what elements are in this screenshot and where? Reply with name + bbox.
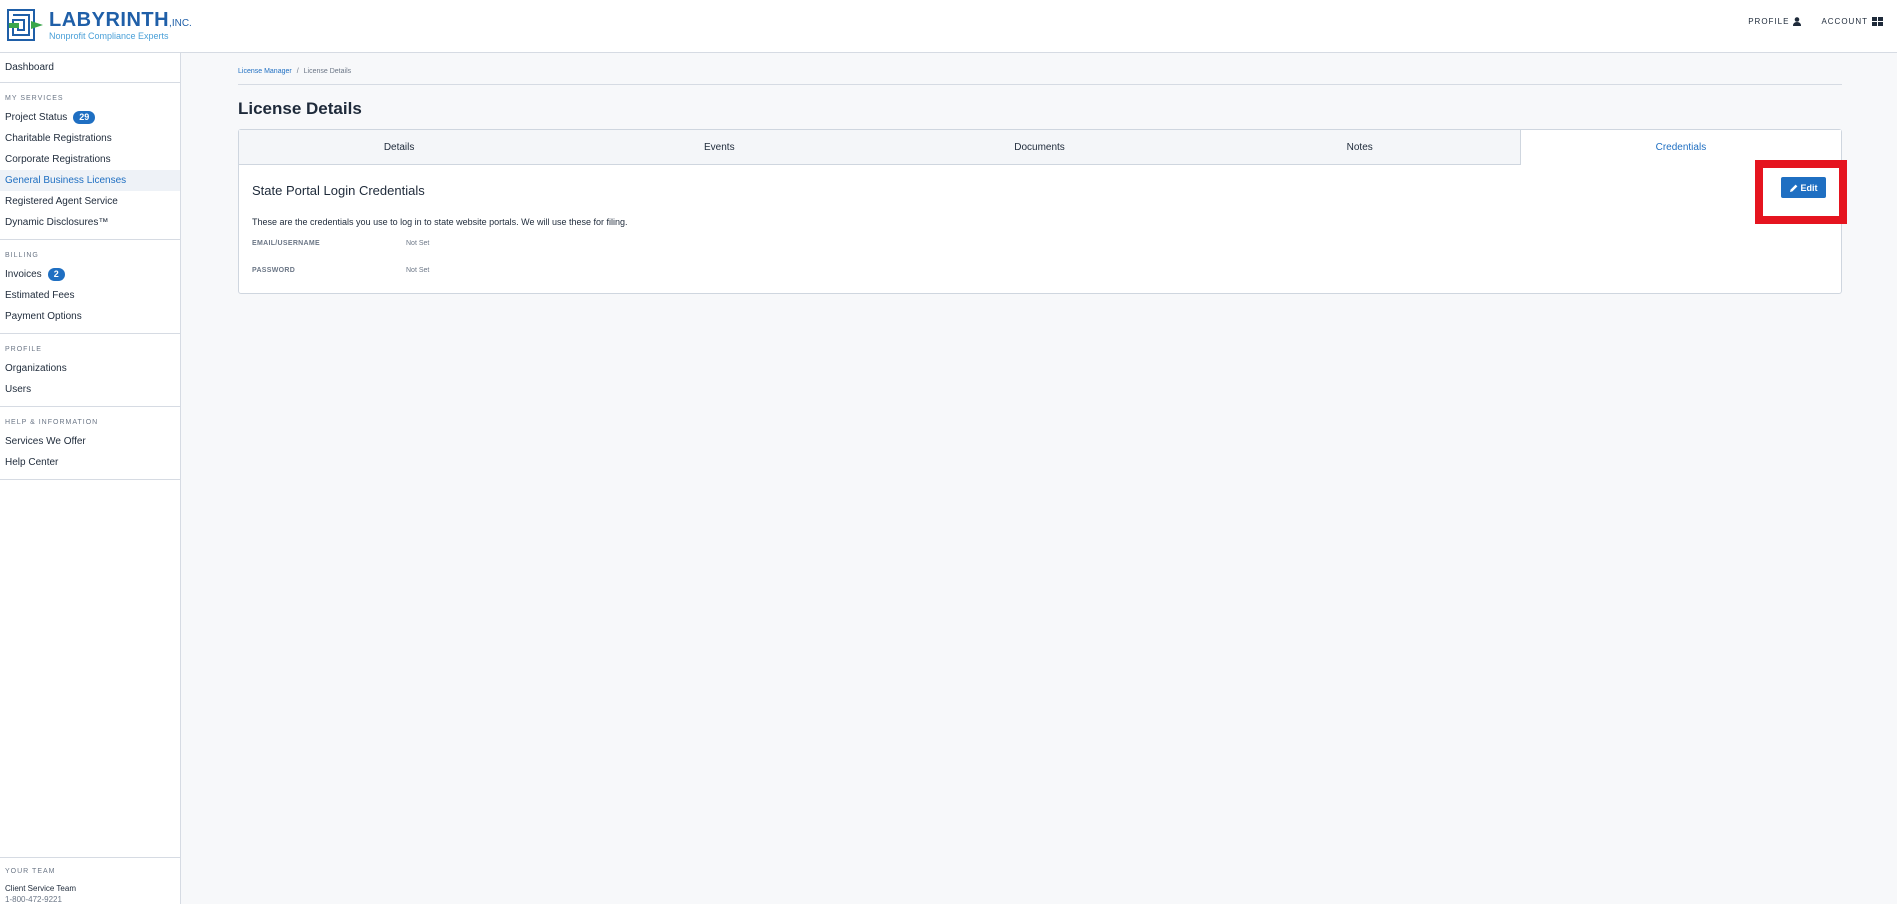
page-title: License Details [238,99,362,118]
sidebar: Dashboard MY SERVICES Project Status 29 C… [0,53,181,904]
grid-icon [1872,17,1883,26]
credentials-description: These are the credentials you use to log… [252,217,628,227]
breadcrumb-divider [238,84,1842,85]
account-link[interactable]: ACCOUNT [1821,17,1883,26]
sidebar-heading-profile: PROFILE [5,346,42,353]
project-status-badge: 29 [73,111,96,124]
sidebar-divider [0,406,180,407]
account-label: ACCOUNT [1821,17,1868,26]
tab-bar: Details Events Documents Notes Credentia… [239,130,1842,165]
sidebar-item-dynamic-disclosures[interactable]: Dynamic Disclosures™ [0,212,180,233]
sidebar-item-organizations[interactable]: Organizations [0,358,180,379]
sidebar-divider [0,82,180,83]
brand-name: LABYRINTH [49,8,170,31]
sidebar-item-estimated-fees[interactable]: Estimated Fees [0,285,180,306]
sidebar-item-charitable-registrations[interactable]: Charitable Registrations [0,128,180,149]
team-phone[interactable]: 1-800-472-9221 [0,895,180,904]
breadcrumb-license-manager[interactable]: License Manager [238,68,292,75]
tab-notes[interactable]: Notes [1200,130,1520,164]
sidebar-item-project-status[interactable]: Project Status 29 [0,107,180,128]
sidebar-item-invoices[interactable]: Invoices 2 [0,264,180,285]
sidebar-divider [0,479,180,480]
main-content: License Manager / License Details Licens… [238,53,1847,294]
sidebar-item-general-business-licenses[interactable]: General Business Licenses [0,170,180,191]
team-name: Client Service Team [5,884,76,893]
profile-link[interactable]: PROFILE [1748,17,1802,26]
profile-label: PROFILE [1748,17,1790,26]
breadcrumb: License Manager / License Details [238,68,1842,75]
sidebar-item-help-center[interactable]: Help Center [0,452,180,473]
breadcrumb-current: License Details [303,68,352,75]
sidebar-heading-billing: BILLING [5,252,39,259]
sidebar-item-dashboard[interactable]: Dashboard [0,57,180,78]
email-username-label: EMAIL/USERNAME [252,240,320,247]
logo[interactable]: LABYRINTH,INC. Nonprofit Compliance Expe… [7,9,192,41]
password-label: PASSWORD [252,267,296,274]
sidebar-heading-team: YOUR TEAM [5,868,56,875]
license-panel: Details Events Documents Notes Credentia… [238,129,1847,294]
sidebar-heading-services: MY SERVICES [5,95,64,102]
edit-highlight: Edit [1755,160,1847,224]
password-value: Not Set [406,267,430,274]
tab-events[interactable]: Events [559,130,879,164]
sidebar-item-users[interactable]: Users [0,379,180,400]
invoices-badge: 2 [47,268,65,281]
sidebar-item-payment-options[interactable]: Payment Options [0,306,180,327]
email-username-value: Not Set [406,240,430,247]
sidebar-item-services-we-offer[interactable]: Services We Offer [0,431,180,452]
tab-documents[interactable]: Documents [879,130,1199,164]
tab-details[interactable]: Details [239,130,559,164]
sidebar-divider [0,333,180,334]
top-nav: PROFILE ACCOUNT [1748,17,1883,26]
pencil-icon [1789,184,1797,192]
your-team: YOUR TEAM Client Service Team 1-800-472-… [0,857,180,904]
brand-suffix: ,INC. [169,17,192,29]
brand-tagline: Nonprofit Compliance Experts [49,30,169,41]
edit-label: Edit [1800,182,1818,193]
sidebar-item-corporate-registrations[interactable]: Corporate Registrations [0,149,180,170]
labyrinth-logo-icon [7,9,43,41]
breadcrumb-separator: / [296,68,299,75]
sidebar-heading-help: HELP & INFORMATION [5,419,99,426]
sidebar-divider [0,239,180,240]
top-bar: LABYRINTH,INC. Nonprofit Compliance Expe… [0,0,1897,53]
credentials-title: State Portal Login Credentials [252,183,425,198]
edit-button[interactable]: Edit [1781,177,1826,198]
user-icon [1793,17,1802,26]
sidebar-item-registered-agent-service[interactable]: Registered Agent Service [0,191,180,212]
